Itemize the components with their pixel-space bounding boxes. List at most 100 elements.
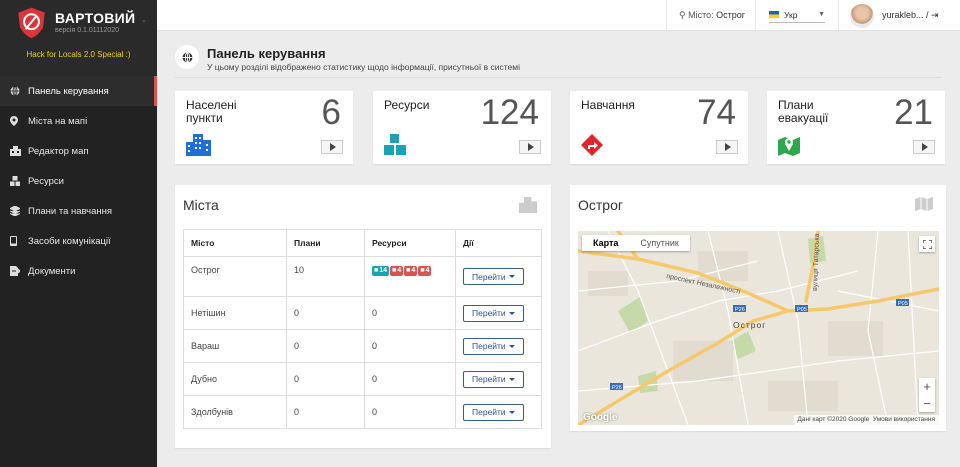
tab-map[interactable]: Карта bbox=[582, 235, 629, 251]
city-name: Дубно bbox=[191, 374, 218, 384]
stat-label: Населені пункти bbox=[186, 98, 237, 125]
resources-cell: 0 bbox=[364, 395, 456, 429]
sidebar-item-communication[interactable]: Засоби комунікації bbox=[0, 226, 157, 256]
column-header: Плани bbox=[286, 229, 365, 257]
building-icon: ■ bbox=[374, 267, 379, 274]
plans-count: 0 bbox=[294, 407, 300, 417]
divider bbox=[666, 0, 667, 30]
boxes-icon bbox=[384, 134, 406, 155]
page-subtitle: У цьому розділі відображено статистику щ… bbox=[207, 62, 520, 72]
ambulance-icon: ■ bbox=[420, 267, 425, 274]
cities-table: Місто Плани Ресурси Дії Острог 10 ■ 14 ■ 4 ■ 4 ■… bbox=[183, 229, 542, 429]
sidebar: ВАРТОВИЙ версія 0.1.01112020 ⌄ Hack for … bbox=[0, 0, 157, 467]
sidebar-item-cities-map[interactable]: Міста на мапі bbox=[0, 106, 157, 136]
stat-card-settlements: Населені пункти 6 bbox=[175, 91, 353, 164]
google-logo: Google bbox=[583, 412, 618, 423]
map-panel: Острог проспект Незалежності вулиця Тата… bbox=[570, 185, 946, 431]
sidebar-item-resources[interactable]: Ресурси bbox=[0, 166, 157, 196]
resources-cell: 0 bbox=[364, 296, 456, 330]
map-editor-icon bbox=[10, 146, 28, 156]
table-row: Дубно 0 0 Перейти bbox=[183, 362, 542, 396]
city-name-cell: Вараш bbox=[183, 329, 287, 363]
sidebar-item-label: Засоби комунікації bbox=[28, 235, 111, 247]
road-label: P05 bbox=[898, 301, 908, 307]
city-name: Здолбунів bbox=[191, 407, 233, 417]
city-label: Місто: bbox=[688, 10, 714, 20]
resources-count: 0 bbox=[372, 308, 378, 318]
current-city[interactable]: ⚲ Місто: Острог bbox=[679, 10, 745, 21]
sidebar-item-label: Міста на мапі bbox=[28, 115, 88, 127]
go-button[interactable]: Перейти bbox=[463, 337, 524, 355]
direction-icon bbox=[581, 134, 603, 156]
go-button[interactable]: Перейти bbox=[463, 304, 524, 322]
map-canvas[interactable]: проспект Незалежності вулиця Татарська О… bbox=[578, 231, 939, 425]
play-button[interactable] bbox=[913, 140, 935, 154]
chevron-down-icon[interactable]: ⌄ bbox=[141, 16, 147, 24]
stat-value: 21 bbox=[894, 93, 933, 132]
plans-cell: 10 bbox=[286, 256, 365, 297]
page-title: Панель керування bbox=[207, 46, 326, 61]
go-button[interactable]: Перейти bbox=[463, 370, 524, 388]
resources-count: 0 bbox=[372, 374, 378, 384]
caret-down-icon: ▼ bbox=[818, 11, 825, 18]
divider bbox=[755, 0, 756, 30]
actions-cell: Перейти bbox=[455, 256, 542, 297]
actions-cell: Перейти bbox=[455, 329, 542, 363]
resource-badge: ■ 4 bbox=[390, 266, 404, 276]
plans-count: 0 bbox=[294, 308, 300, 318]
car-icon: ■ bbox=[392, 267, 397, 274]
play-button[interactable] bbox=[519, 140, 541, 154]
sidebar-item-map-editor[interactable]: Редактор мап bbox=[0, 136, 157, 166]
brand-subtitle: Hack for Locals 2.0 Special :) bbox=[26, 50, 131, 59]
stat-label: Ресурси bbox=[384, 98, 430, 112]
plans-count: 10 bbox=[294, 265, 305, 275]
go-button[interactable]: Перейти bbox=[463, 268, 524, 285]
map-type-tabs: Карта Супутник bbox=[582, 235, 690, 251]
play-button[interactable] bbox=[321, 140, 343, 154]
plans-cell: 0 bbox=[286, 395, 365, 429]
main-content: Панель керування У цьому розділі відобра… bbox=[157, 31, 960, 467]
zoom-out-button[interactable]: − bbox=[919, 395, 935, 412]
sidebar-item-documents[interactable]: Документи bbox=[0, 256, 157, 286]
globe-icon bbox=[10, 86, 28, 96]
actions-cell: Перейти bbox=[455, 395, 542, 429]
plans-cell: 0 bbox=[286, 362, 365, 396]
sidebar-item-plans[interactable]: Плани та навчання bbox=[0, 196, 157, 226]
user-menu[interactable]: yurakleb... / ⇥ bbox=[882, 10, 939, 21]
shield-logo-icon bbox=[18, 7, 45, 39]
sidebar-item-dashboard[interactable]: Панель керування bbox=[0, 76, 157, 106]
fullscreen-icon[interactable] bbox=[919, 236, 935, 252]
actions-cell: Перейти bbox=[455, 362, 542, 396]
zoom-controls: + − bbox=[919, 378, 935, 412]
city-name: Нетішин bbox=[191, 308, 226, 318]
app-title: ВАРТОВИЙ bbox=[55, 10, 136, 26]
city-icon bbox=[518, 197, 538, 213]
go-button[interactable]: Перейти bbox=[463, 403, 524, 421]
table-row: Нетішин 0 0 Перейти bbox=[183, 296, 542, 330]
username: yurakleb... / bbox=[882, 10, 929, 20]
document-icon bbox=[10, 266, 28, 276]
plans-count: 0 bbox=[294, 374, 300, 384]
column-header: Дії bbox=[455, 229, 542, 257]
terms-link[interactable]: Умови використання bbox=[873, 416, 935, 423]
page-header: Панель керування У цьому розділі відобра… bbox=[175, 43, 942, 78]
medical-icon: ■ bbox=[406, 267, 411, 274]
logout-icon[interactable]: ⇥ bbox=[931, 10, 939, 20]
stat-card-evacuation-plans: Плани евакуації 21 bbox=[767, 91, 945, 164]
play-button[interactable] bbox=[716, 140, 738, 154]
sidebar-item-label: Редактор мап bbox=[28, 145, 89, 157]
language-select[interactable]: Укр ▼ bbox=[769, 7, 825, 23]
layers-icon bbox=[10, 206, 28, 216]
plans-cell: 0 bbox=[286, 329, 365, 363]
resource-badge: ■ 4 bbox=[418, 266, 432, 276]
zoom-in-button[interactable]: + bbox=[919, 378, 935, 395]
tab-satellite[interactable]: Супутник bbox=[629, 235, 689, 251]
sidebar-item-label: Плани та навчання bbox=[28, 205, 113, 217]
map-icon bbox=[915, 197, 933, 211]
city-name-cell: Дубно bbox=[183, 362, 287, 396]
brand[interactable]: ВАРТОВИЙ версія 0.1.01112020 ⌄ Hack for … bbox=[0, 0, 157, 76]
avatar[interactable] bbox=[850, 4, 874, 28]
column-header: Місто bbox=[183, 229, 287, 257]
resources-cell: 0 bbox=[364, 362, 456, 396]
sidebar-item-label: Ресурси bbox=[28, 175, 64, 187]
